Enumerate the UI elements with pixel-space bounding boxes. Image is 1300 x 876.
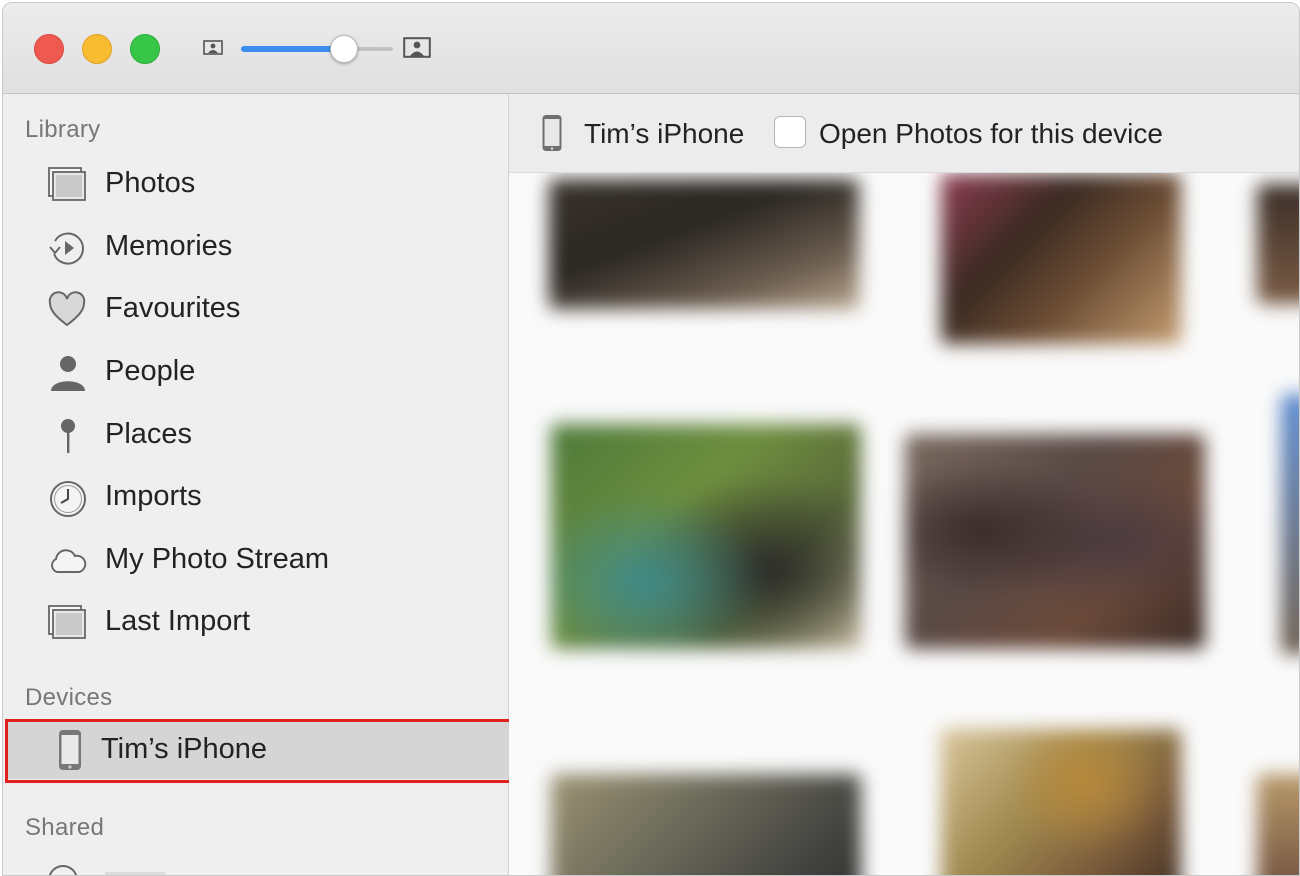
sidebar-item-label: My Photo Stream xyxy=(105,543,330,575)
photo-thumbnail[interactable] xyxy=(551,424,861,649)
photo-thumbnail[interactable] xyxy=(1257,774,1299,875)
sidebar-item-label: Memories xyxy=(105,230,233,262)
devices-section-header: Devices xyxy=(25,684,113,711)
sidebar-item-label: Last Import xyxy=(105,605,251,637)
sidebar-item-label: Favourites xyxy=(105,292,241,324)
thumbnail-size-slider[interactable] xyxy=(241,35,393,63)
close-window-button[interactable] xyxy=(34,34,64,64)
sidebar-item-memories[interactable]: Memories xyxy=(3,217,508,277)
sidebar-item-activity-partial[interactable] xyxy=(47,864,167,875)
shared-section-header: Shared xyxy=(25,814,105,841)
sidebar-item-photos[interactable]: Photos xyxy=(3,154,508,214)
photos-stack-icon xyxy=(48,167,86,201)
sidebar-item-last-import[interactable]: Last Import xyxy=(3,592,508,652)
slider-knob[interactable] xyxy=(329,35,358,63)
clock-icon xyxy=(50,481,86,517)
device-import-pane: Tim’s iPhone Open Photos for this device xyxy=(509,94,1299,875)
fullscreen-window-button[interactable] xyxy=(130,34,160,64)
person-icon xyxy=(51,356,85,391)
open-photos-checkbox-label[interactable]: Open Photos for this device xyxy=(819,118,1163,150)
sidebar-item-label: Imports xyxy=(105,480,202,512)
device-name-label: Tim’s iPhone xyxy=(584,118,745,149)
sidebar-item-label: Places xyxy=(105,418,193,450)
photo-thumbnail[interactable] xyxy=(941,729,1181,875)
sidebar-item-places[interactable]: Places xyxy=(3,405,508,465)
photo-thumbnail[interactable] xyxy=(549,179,859,309)
photo-thumbnail[interactable] xyxy=(551,774,861,875)
zoom-out-photo-icon[interactable] xyxy=(203,40,223,55)
slider-fill xyxy=(241,46,343,52)
photo-thumbnail[interactable] xyxy=(905,434,1205,649)
sidebar-item-my-photo-stream[interactable]: My Photo Stream xyxy=(3,530,508,590)
device-header-bar: Tim’s iPhone Open Photos for this device xyxy=(509,94,1299,173)
photo-thumbnail[interactable] xyxy=(1257,184,1299,304)
sidebar-item-label: Photos xyxy=(105,167,196,199)
zoom-in-photo-icon[interactable] xyxy=(403,37,431,58)
minimize-window-button[interactable] xyxy=(82,34,112,64)
cloud-icon xyxy=(51,549,87,573)
sidebar-item-label: People xyxy=(105,355,196,387)
sidebar: Library Photos Memories Favourites Peopl… xyxy=(3,94,512,875)
sidebar-item-people[interactable]: People xyxy=(3,342,508,402)
iphone-icon xyxy=(542,115,562,151)
iphone-icon xyxy=(59,730,81,770)
sidebar-item-favourites[interactable]: Favourites xyxy=(3,279,508,339)
sidebar-item-label: Tim’s iPhone xyxy=(101,733,268,765)
library-section-header: Library xyxy=(25,116,101,143)
open-photos-checkbox[interactable] xyxy=(774,116,806,148)
activity-icon xyxy=(48,865,165,875)
titlebar xyxy=(3,3,1299,94)
photos-stack-icon xyxy=(48,605,86,639)
sidebar-item-tims-iphone[interactable]: Tim’s iPhone xyxy=(5,719,508,779)
photo-thumbnail[interactable] xyxy=(941,174,1181,344)
photo-thumbnail[interactable] xyxy=(1281,394,1299,654)
memories-icon xyxy=(49,232,84,265)
pin-icon xyxy=(61,419,75,453)
heart-icon xyxy=(48,291,86,327)
photos-import-window: Library Photos Memories Favourites Peopl… xyxy=(2,2,1300,876)
sidebar-item-imports[interactable]: Imports xyxy=(3,467,508,527)
